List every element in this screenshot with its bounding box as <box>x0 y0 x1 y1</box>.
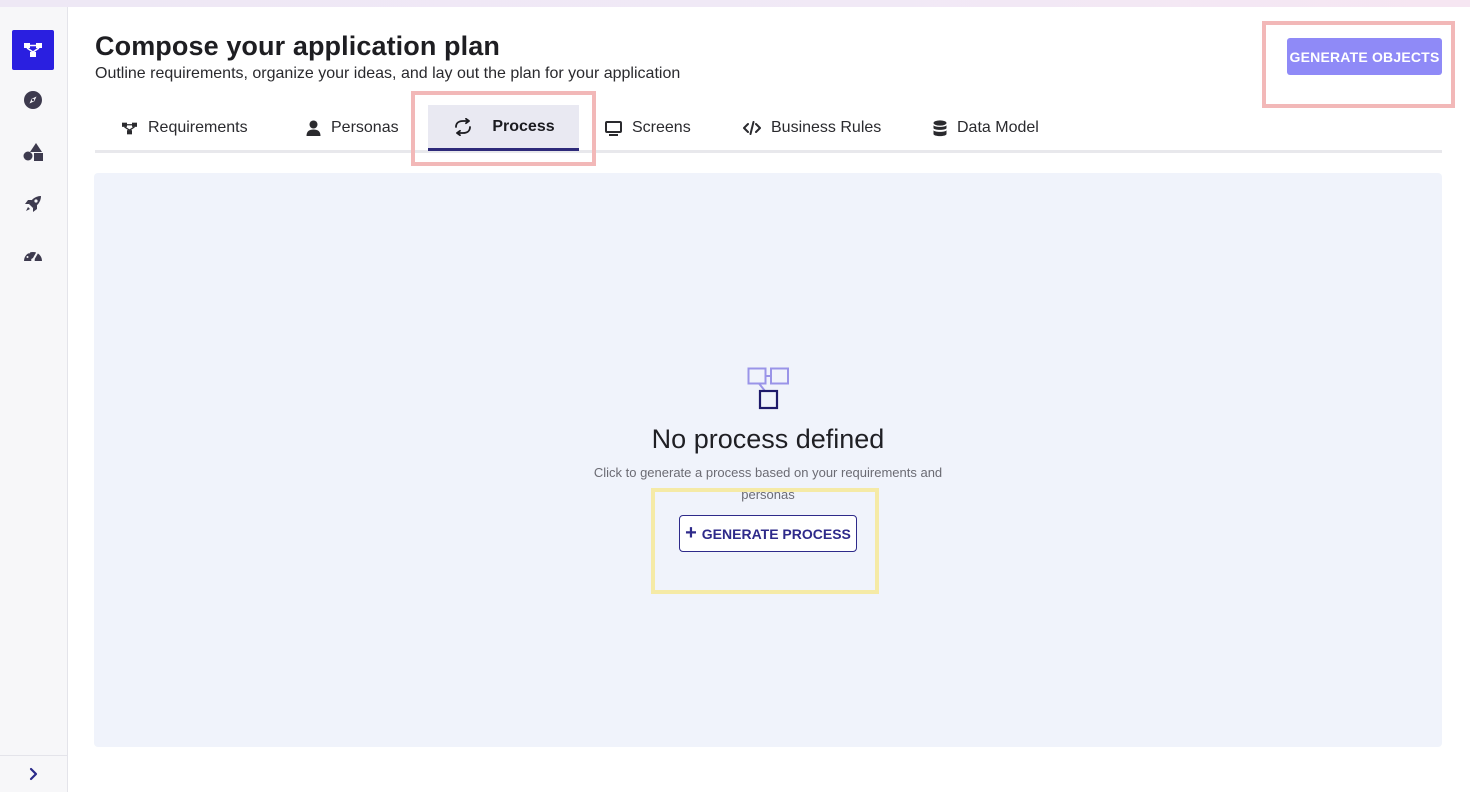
rocket-icon <box>25 196 41 212</box>
compass-icon <box>24 91 42 109</box>
sidebar-item-components[interactable] <box>12 132 54 172</box>
sidebar-item-dashboard[interactable] <box>12 235 54 275</box>
gauge-icon <box>24 249 42 262</box>
tab-data-model[interactable]: Data Model <box>925 105 1047 151</box>
sidebar-item-explore[interactable] <box>12 80 54 120</box>
monitor-icon <box>605 120 622 136</box>
tab-screens[interactable]: Screens <box>597 105 699 151</box>
chevron-right-icon <box>29 767 37 781</box>
tab-label: Business Rules <box>771 119 882 136</box>
sidebar <box>0 7 68 792</box>
empty-state-title: No process defined <box>651 424 885 454</box>
refresh-icon <box>455 117 472 136</box>
empty-state-description: Click to generate a process based on you… <box>593 465 943 502</box>
generate-process-button[interactable]: + GENERATE PROCESS <box>679 515 857 552</box>
tab-label: Requirements <box>148 119 248 136</box>
tab-process[interactable]: Process <box>428 105 579 151</box>
generate-process-label: GENERATE PROCESS <box>701 525 851 542</box>
database-icon <box>933 119 947 136</box>
tab-label: Data Model <box>957 119 1039 136</box>
process-panel <box>94 173 1442 747</box>
tab-label: Personas <box>331 119 399 136</box>
sidebar-expand-button[interactable] <box>0 755 67 792</box>
sidebar-item-deploy[interactable] <box>12 184 54 224</box>
tab-business-rules[interactable]: Business Rules <box>735 105 889 151</box>
hierarchy-icon <box>24 43 42 57</box>
page-subtitle: Outline requirements, organize your idea… <box>95 65 681 82</box>
top-gradient-bar <box>0 0 1470 7</box>
generate-objects-button[interactable]: GENERATE OBJECTS <box>1287 38 1442 75</box>
tab-personas[interactable]: Personas <box>298 105 407 151</box>
tab-label: Process <box>492 117 555 135</box>
sidebar-item-plan[interactable] <box>12 30 54 70</box>
page-title: Compose your application plan <box>95 31 500 61</box>
tab-bar: Requirements Personas Process Screens Bu… <box>95 105 1442 153</box>
shapes-icon <box>23 143 43 161</box>
plus-icon: + <box>685 521 697 544</box>
code-icon <box>743 121 761 135</box>
user-icon <box>306 120 321 136</box>
tab-label: Screens <box>632 119 691 136</box>
process-diagram-icon <box>747 367 789 410</box>
hierarchy-icon <box>122 122 137 134</box>
tab-requirements[interactable]: Requirements <box>113 105 256 151</box>
